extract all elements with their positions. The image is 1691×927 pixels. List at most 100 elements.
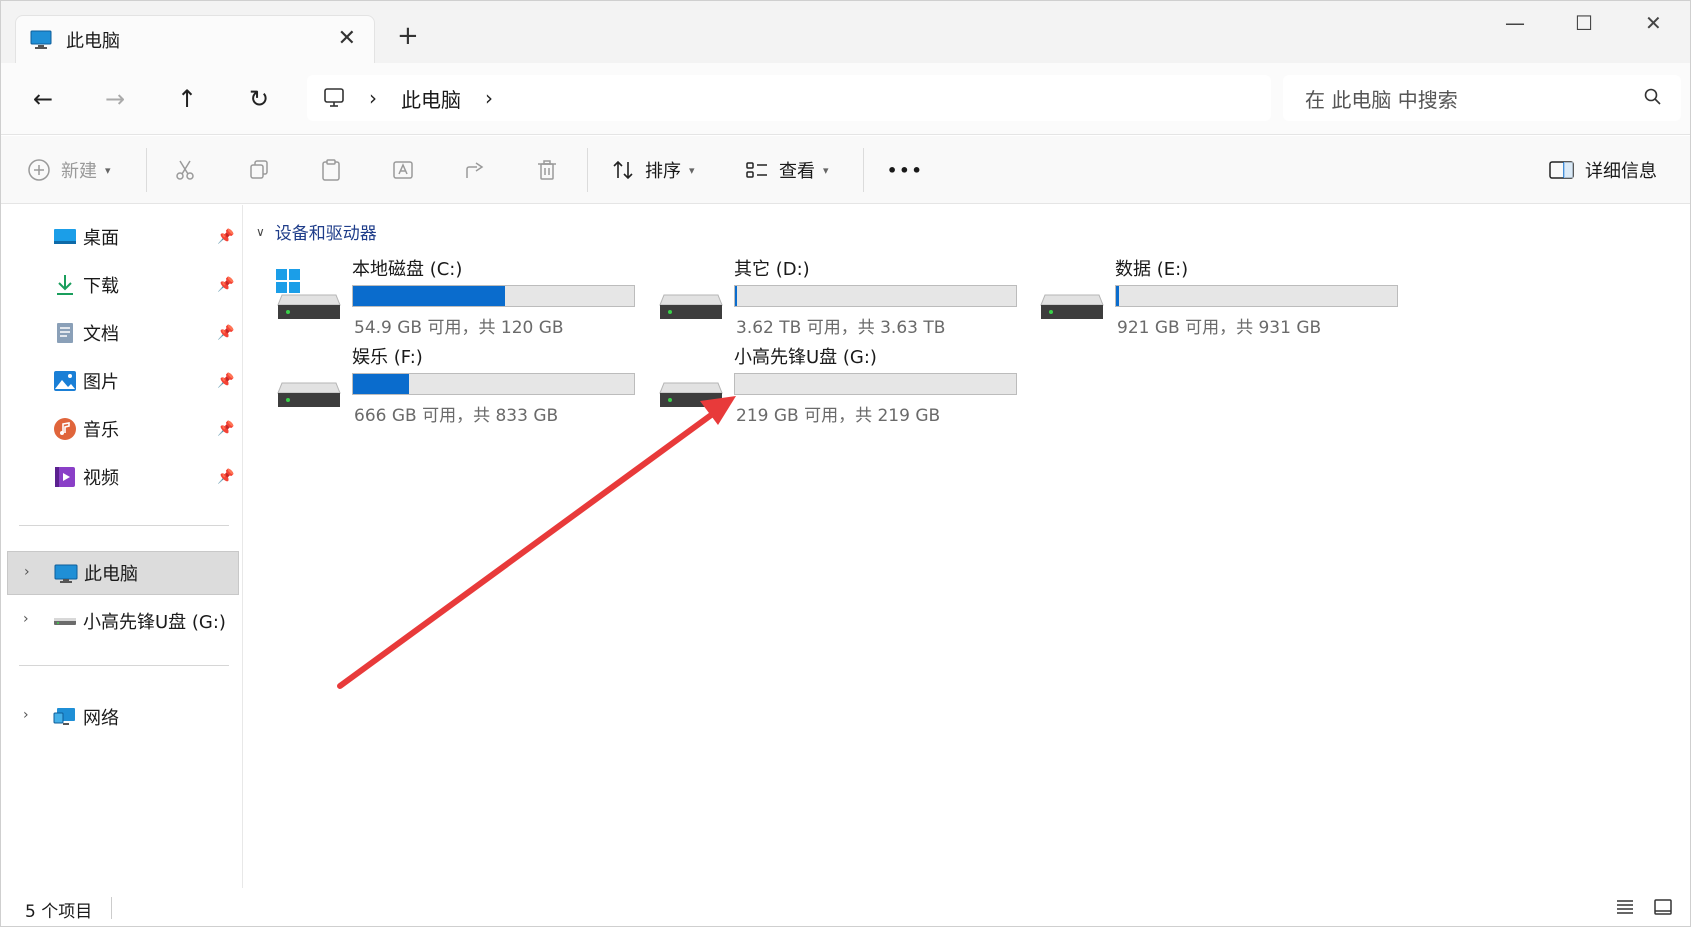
cut-button[interactable] [173,154,197,186]
trash-icon [538,160,556,180]
sidebar-item-label: 此电脑 [84,564,138,585]
pin-icon[interactable]: 📌 [217,421,234,437]
paste-button[interactable] [319,154,343,186]
sidebar-item-label: 音乐 [83,420,119,441]
drive-icon [659,294,723,319]
back-button[interactable]: ← [25,81,61,117]
search-icon[interactable] [1643,87,1663,107]
chevron-right-icon[interactable]: › [23,611,29,627]
drive-usage-bar [352,373,635,395]
chevron-right-icon[interactable]: › [23,707,29,723]
chevron-down-icon: ∨ [256,224,265,239]
drive-name: 本地磁盘 (C:) [352,259,463,280]
sidebar-item-pictures[interactable]: 图片 📌 [1,359,241,403]
drive-free-space: 3.62 TB 可用，共 3.63 TB [736,318,946,338]
drive-name: 小高先锋U盘 (G:) [734,347,877,368]
title-bar: 此电脑 ✕ + — ☐ ✕ [1,1,1690,63]
drive-tile-e[interactable]: 数据 (E:) 921 GB 可用，共 931 GB [1039,255,1409,338]
sidebar-item-music[interactable]: 音乐 📌 [1,407,241,451]
drive-tile-f[interactable]: 娱乐 (F:) 666 GB 可用，共 833 GB [276,343,646,426]
search-input[interactable]: 在 此电脑 中搜索 [1283,75,1681,121]
music-icon [54,418,76,440]
tiles-view-icon[interactable] [1653,897,1673,917]
desktop-icon [54,229,76,244]
plus-circle-icon [28,159,50,181]
drive-usage-fill [353,286,505,306]
drive-icon [277,382,341,407]
command-bar: 新建 ▾ 排序 ▾ 查看 ▾ ••• 详细信息 [1,136,1690,204]
sidebar-item-this-pc[interactable]: › 此电脑 [7,551,239,595]
refresh-button[interactable]: ↻ [241,81,277,117]
details-label: 详细信息 [1585,161,1657,182]
drive-tile-d[interactable]: 其它 (D:) 3.62 TB 可用，共 3.63 TB [658,255,1028,338]
new-tab-button[interactable]: + [397,21,419,51]
breadcrumb-this-pc[interactable]: 此电脑 [401,84,461,113]
pin-icon[interactable]: 📌 [217,277,234,293]
share-button[interactable] [463,154,487,186]
sidebar-item-label: 桌面 [83,228,119,249]
copy-button[interactable] [247,154,271,186]
drive-tile-g[interactable]: 小高先锋U盘 (G:) 219 GB 可用，共 219 GB [658,343,1028,426]
sidebar-item-downloads[interactable]: 下载 📌 [1,263,241,307]
chevron-down-icon: ▾ [823,163,829,177]
group-header-devices[interactable]: ∨ 设备和驱动器 [256,219,377,244]
search-placeholder: 在 此电脑 中搜索 [1305,87,1458,112]
minimize-button[interactable]: — [1505,11,1525,35]
sidebar-item-videos[interactable]: 视频 📌 [1,455,241,499]
download-icon [57,275,73,295]
drive-name: 数据 (E:) [1115,259,1189,280]
file-explorer-window: 此电脑 ✕ + — ☐ ✕ ← → ↑ ↻ › 此电脑 › 在 此电脑 中搜索 [0,0,1691,927]
sidebar-item-documents[interactable]: 文档 📌 [1,311,241,355]
forward-button[interactable]: → [97,81,133,117]
address-bar[interactable]: › 此电脑 › [307,75,1271,121]
close-window-button[interactable]: ✕ [1645,11,1662,35]
sidebar-item-network[interactable]: › 网络 [1,695,241,739]
sidebar-divider [19,665,229,666]
breadcrumb-separator[interactable]: › [369,86,377,110]
pin-icon[interactable]: 📌 [217,229,234,245]
content-pane: ∨ 设备和驱动器 本地磁盘 (C:) 54.9 GB 可用，共 120 GB 其… [244,205,1690,888]
sort-button[interactable]: 排序 ▾ [611,154,695,186]
sidebar-item-label: 小高先锋U盘 (G:) [83,612,226,633]
details-pane-button[interactable]: 详细信息 [1549,154,1657,186]
pin-icon[interactable]: 📌 [217,325,234,341]
view-button[interactable]: 查看 ▾ [745,154,829,186]
drive-free-space: 54.9 GB 可用，共 120 GB [354,318,564,338]
view-icon [746,162,767,178]
command-divider [863,148,864,192]
tab-this-pc[interactable]: 此电脑 ✕ [15,15,375,63]
drive-usage-fill [353,374,410,394]
tab-close-icon[interactable]: ✕ [338,26,356,51]
rename-button[interactable] [391,154,415,186]
breadcrumb-separator-end[interactable]: › [485,86,493,110]
chevron-down-icon: ▾ [105,163,111,177]
tab-title: 此电脑 [66,30,120,52]
status-divider [111,897,112,919]
more-options-button[interactable]: ••• [887,154,924,186]
drive-tile-c[interactable]: 本地磁盘 (C:) 54.9 GB 可用，共 120 GB [276,255,646,338]
delete-button[interactable] [535,154,559,186]
pin-icon[interactable]: 📌 [217,373,234,389]
drive-free-space: 666 GB 可用，共 833 GB [354,406,559,426]
new-button[interactable]: 新建 ▾ [27,154,111,186]
sidebar-item-usb-drive[interactable]: › 小高先锋U盘 (G:) [1,599,241,643]
drive-free-space: 921 GB 可用，共 931 GB [1117,318,1322,338]
sidebar-item-label: 文档 [83,324,119,345]
pin-icon[interactable]: 📌 [217,469,234,485]
drive-usage-fill [1116,286,1120,306]
drive-name: 娱乐 (F:) [352,347,423,368]
pictures-icon [54,371,76,391]
up-button[interactable]: ↑ [169,81,205,117]
scissors-icon [176,160,194,180]
document-icon [57,323,73,343]
sidebar-item-desktop[interactable]: 桌面 📌 [1,215,241,259]
maximize-button[interactable]: ☐ [1575,11,1593,35]
chevron-right-icon[interactable]: › [24,564,30,580]
details-view-icon[interactable] [1615,897,1635,917]
drive-usage-fill [735,286,738,306]
share-icon [466,162,484,178]
computer-outline-icon [324,88,344,107]
drive-usage-bar [1115,285,1398,307]
copy-icon [250,160,268,179]
command-divider [587,148,588,192]
